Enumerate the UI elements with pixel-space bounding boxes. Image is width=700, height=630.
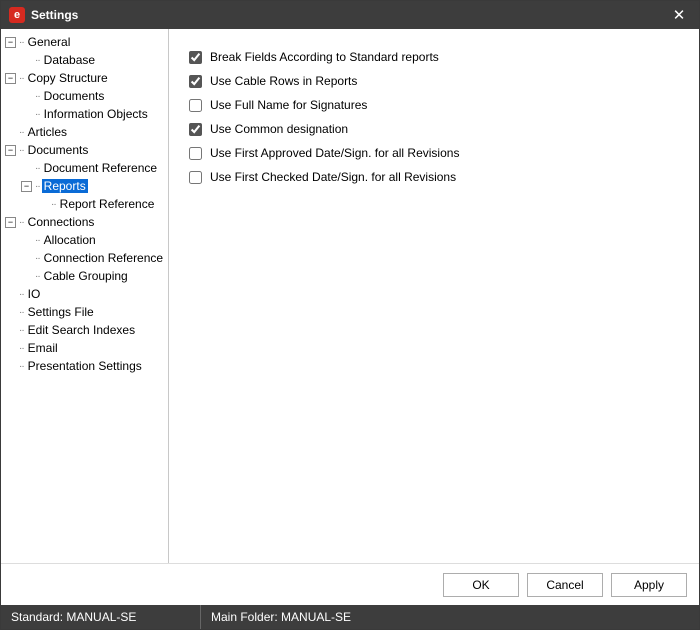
tree-node[interactable]: ··Report Reference: [1, 195, 168, 213]
option-label[interactable]: Use Full Name for Signatures: [210, 98, 367, 112]
tree-node[interactable]: −··Connections: [1, 213, 168, 231]
window-title: Settings: [31, 8, 665, 22]
tree-spacer: [5, 361, 16, 372]
tree-node[interactable]: ··Connection Reference: [1, 249, 168, 267]
tree-spacer: [5, 127, 16, 138]
tree-node[interactable]: ··IO: [1, 285, 168, 303]
tree-spacer: [21, 109, 32, 120]
option-label[interactable]: Use First Checked Date/Sign. for all Rev…: [210, 170, 456, 184]
ok-button[interactable]: OK: [443, 573, 519, 597]
tree-label: Settings File: [26, 305, 96, 319]
option-row: Use Common designation: [189, 117, 679, 141]
tree-label: Cable Grouping: [42, 269, 130, 283]
tree-label: Document Reference: [42, 161, 159, 175]
options-list: Break Fields According to Standard repor…: [189, 45, 679, 189]
status-main-folder: Main Folder: MANUAL-SE: [201, 605, 361, 629]
tree-label: Information Objects: [42, 107, 150, 121]
tree-node[interactable]: ··Articles: [1, 123, 168, 141]
tree-spacer: [21, 235, 32, 246]
tree-node[interactable]: ··Presentation Settings: [1, 357, 168, 375]
collapse-icon[interactable]: −: [21, 181, 32, 192]
tree-label: Connections: [26, 215, 97, 229]
collapse-icon[interactable]: −: [5, 145, 16, 156]
tree-label: Email: [26, 341, 60, 355]
option-row: Use Cable Rows in Reports: [189, 69, 679, 93]
option-row: Break Fields According to Standard repor…: [189, 45, 679, 69]
option-row: Use First Checked Date/Sign. for all Rev…: [189, 165, 679, 189]
close-icon[interactable]: ✕: [665, 1, 693, 29]
option-label[interactable]: Use Cable Rows in Reports: [210, 74, 357, 88]
collapse-icon[interactable]: −: [5, 73, 16, 84]
tree-node[interactable]: ··Information Objects: [1, 105, 168, 123]
titlebar: e Settings ✕: [1, 1, 699, 29]
tree-node[interactable]: −··Copy Structure: [1, 69, 168, 87]
apply-button[interactable]: Apply: [611, 573, 687, 597]
tree-spacer: [21, 163, 32, 174]
tree-node[interactable]: −··Reports: [1, 177, 168, 195]
checkbox-break_fields[interactable]: [189, 51, 202, 64]
tree-spacer: [5, 289, 16, 300]
tree-spacer: [21, 91, 32, 102]
sidebar: −··General··Database−··Copy Structure··D…: [1, 29, 169, 563]
tree-spacer: [5, 343, 16, 354]
tree-label: Documents: [42, 89, 107, 103]
tree-node[interactable]: ··Email: [1, 339, 168, 357]
tree-node[interactable]: −··Documents: [1, 141, 168, 159]
tree-spacer: [21, 271, 32, 282]
tree-label: Database: [42, 53, 97, 67]
checkbox-common_desig[interactable]: [189, 123, 202, 136]
tree-spacer: [37, 199, 48, 210]
tree-label: Presentation Settings: [26, 359, 144, 373]
tree-spacer: [21, 55, 32, 66]
option-row: Use Full Name for Signatures: [189, 93, 679, 117]
tree-label: Reports: [42, 179, 88, 193]
app-icon: e: [9, 7, 25, 23]
option-label[interactable]: Use Common designation: [210, 122, 348, 136]
tree-label: Edit Search Indexes: [26, 323, 137, 337]
tree-label: Connection Reference: [42, 251, 165, 265]
tree-label: Report Reference: [58, 197, 157, 211]
tree-node[interactable]: ··Documents: [1, 87, 168, 105]
tree-label: Articles: [26, 125, 69, 139]
tree-node[interactable]: ··Allocation: [1, 231, 168, 249]
tree-label: Documents: [26, 143, 91, 157]
option-row: Use First Approved Date/Sign. for all Re…: [189, 141, 679, 165]
tree-label: General: [26, 35, 73, 49]
main-area: −··General··Database−··Copy Structure··D…: [1, 29, 699, 563]
statusbar: Standard: MANUAL-SE Main Folder: MANUAL-…: [1, 605, 699, 629]
tree-node[interactable]: ··Settings File: [1, 303, 168, 321]
tree-label: IO: [26, 287, 43, 301]
checkbox-cable_rows[interactable]: [189, 75, 202, 88]
tree-label: Allocation: [42, 233, 98, 247]
collapse-icon[interactable]: −: [5, 37, 16, 48]
checkbox-full_name_sig[interactable]: [189, 99, 202, 112]
tree-label: Copy Structure: [26, 71, 110, 85]
tree-node[interactable]: ··Edit Search Indexes: [1, 321, 168, 339]
tree-spacer: [5, 325, 16, 336]
checkbox-first_checked[interactable]: [189, 171, 202, 184]
option-label[interactable]: Break Fields According to Standard repor…: [210, 50, 439, 64]
tree-node[interactable]: ··Database: [1, 51, 168, 69]
option-label[interactable]: Use First Approved Date/Sign. for all Re…: [210, 146, 459, 160]
button-bar: OK Cancel Apply: [1, 563, 699, 605]
status-standard: Standard: MANUAL-SE: [1, 605, 201, 629]
tree-node[interactable]: ··Document Reference: [1, 159, 168, 177]
collapse-icon[interactable]: −: [5, 217, 16, 228]
tree-node[interactable]: ··Cable Grouping: [1, 267, 168, 285]
tree-node[interactable]: −··General: [1, 33, 168, 51]
tree-spacer: [21, 253, 32, 264]
checkbox-first_approved[interactable]: [189, 147, 202, 160]
cancel-button[interactable]: Cancel: [527, 573, 603, 597]
tree-spacer: [5, 307, 16, 318]
settings-tree: −··General··Database−··Copy Structure··D…: [1, 33, 168, 375]
content-panel: Break Fields According to Standard repor…: [169, 29, 699, 563]
